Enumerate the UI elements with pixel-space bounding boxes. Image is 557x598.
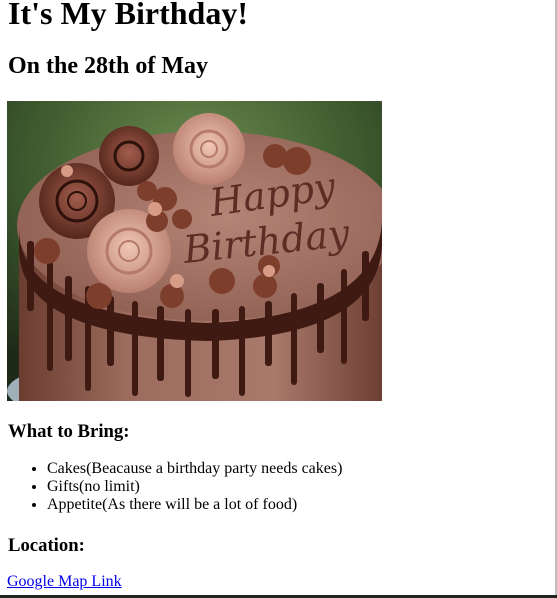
birthday-cake-image: Happy Birthday — [7, 101, 382, 401]
page-title: It's My Birthday! — [8, 0, 248, 31]
bring-list: Cakes(Beacause a birthday party needs ca… — [7, 460, 342, 514]
google-map-link[interactable]: Google Map Link — [7, 573, 122, 591]
event-date: On the 28th of May — [8, 53, 208, 79]
bring-item-cakes: Cakes(Beacause a birthday party needs ca… — [47, 460, 342, 478]
page: It's My Birthday! On the 28th of May Hap… — [0, 0, 557, 595]
bring-item-appetite: Appetite(As there will be a lot of food) — [47, 496, 342, 514]
location-heading: Location: — [8, 535, 85, 556]
bring-item-gifts: Gifts(no limit) — [47, 478, 342, 496]
what-to-bring-heading: What to Bring: — [8, 421, 130, 442]
